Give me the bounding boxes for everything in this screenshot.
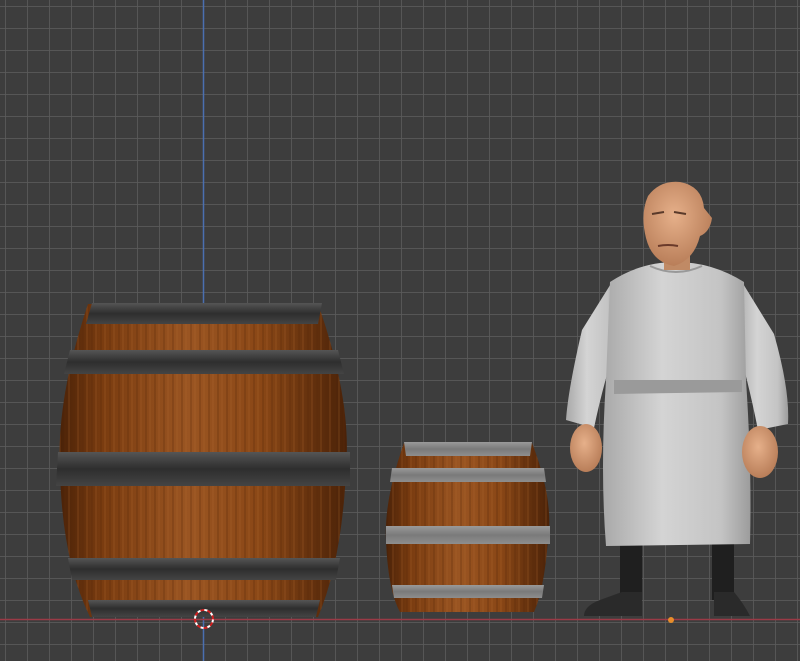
small-barrel-top-rim: [404, 442, 532, 456]
mouth: [657, 244, 679, 247]
barrel-band: [64, 350, 344, 374]
viewport-scene[interactable]: [0, 0, 800, 661]
barrel-top-rim: [86, 303, 322, 324]
right-hand: [742, 426, 778, 478]
left-hand: [570, 424, 602, 472]
barrel-band: [68, 558, 340, 580]
left-leg: [620, 540, 642, 600]
small-barrel-band: [386, 526, 550, 544]
right-boot: [714, 592, 750, 616]
barrel-band: [56, 452, 350, 486]
right-leg: [712, 540, 734, 600]
small-barrel-band: [392, 585, 544, 598]
left-boot: [584, 592, 642, 616]
3d-viewport[interactable]: [0, 0, 800, 661]
large-barrel[interactable]: [56, 303, 350, 617]
belt: [614, 380, 742, 394]
object-origin-dot[interactable]: [668, 617, 674, 623]
small-barrel-band: [390, 468, 546, 482]
old-man-character[interactable]: [566, 181, 789, 616]
barrel-bottom-rim: [88, 600, 320, 617]
small-barrel[interactable]: [385, 442, 550, 612]
head: [643, 181, 712, 266]
robe: [603, 262, 751, 546]
